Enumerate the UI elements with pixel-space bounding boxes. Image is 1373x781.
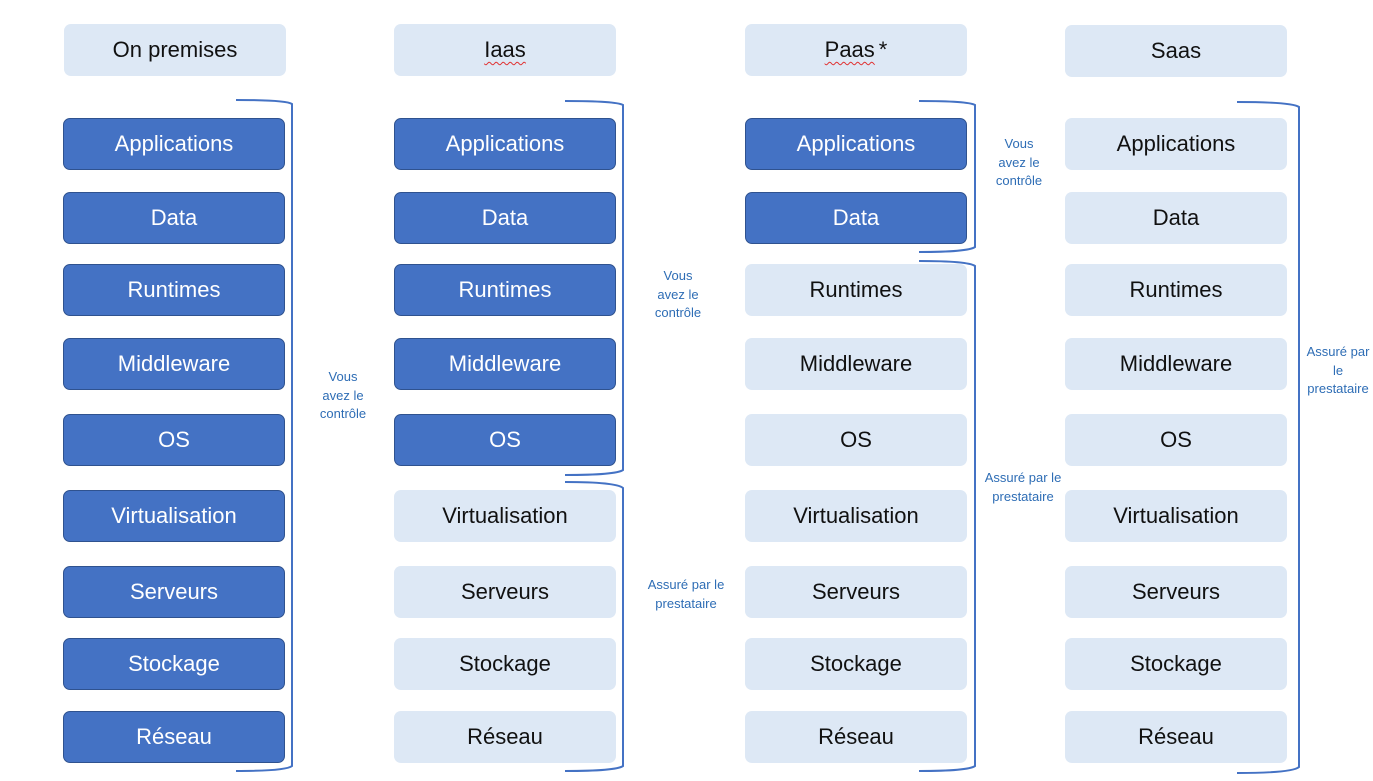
- annotation-line: contrôle: [319, 406, 367, 421]
- annotation-line: contrôle: [995, 173, 1043, 188]
- annotation-iaas-control: Vous avez le contrôle: [644, 267, 712, 323]
- annotation-line: avez le: [657, 286, 699, 302]
- annotation-line: prestataire: [655, 595, 717, 611]
- bracket-iaas-provider: [564, 481, 624, 772]
- annotation-line: avez le: [998, 154, 1040, 170]
- annotation-line: contrôle: [654, 305, 702, 320]
- annotation-line: prestataire: [1307, 381, 1369, 396]
- annotation-line: avez le: [322, 387, 364, 403]
- bracket-paas-provider: [918, 260, 976, 772]
- annotation-paas-provider: Assuré par le prestataire: [973, 469, 1073, 506]
- annotation-line: Assuré par le: [647, 577, 725, 592]
- annotation-line: prestataire: [992, 488, 1054, 504]
- annotation-paas-control: Vous avez le contrôle: [985, 135, 1053, 191]
- annotation-line: Assuré par: [1306, 344, 1370, 359]
- annotation-line: Assuré par le: [984, 470, 1062, 485]
- bracket-paas-control: [918, 100, 976, 253]
- bracket-on-premises-control: [235, 99, 293, 772]
- annotation-iaas-provider: Assuré par le prestataire: [636, 576, 736, 613]
- annotation-saas-provider: Assuré par le prestataire: [1302, 343, 1373, 399]
- annotation-on-premises-control: Vous avez le contrôle: [309, 368, 377, 424]
- bracket-saas-provider: [1236, 101, 1300, 774]
- annotation-line: Vous: [663, 268, 693, 283]
- brackets: [235, 99, 1300, 774]
- annotation-line: le: [1332, 362, 1344, 378]
- annotation-line: Vous: [1004, 136, 1034, 151]
- annotation-line: Vous: [328, 369, 358, 384]
- bracket-iaas-control: [564, 100, 624, 476]
